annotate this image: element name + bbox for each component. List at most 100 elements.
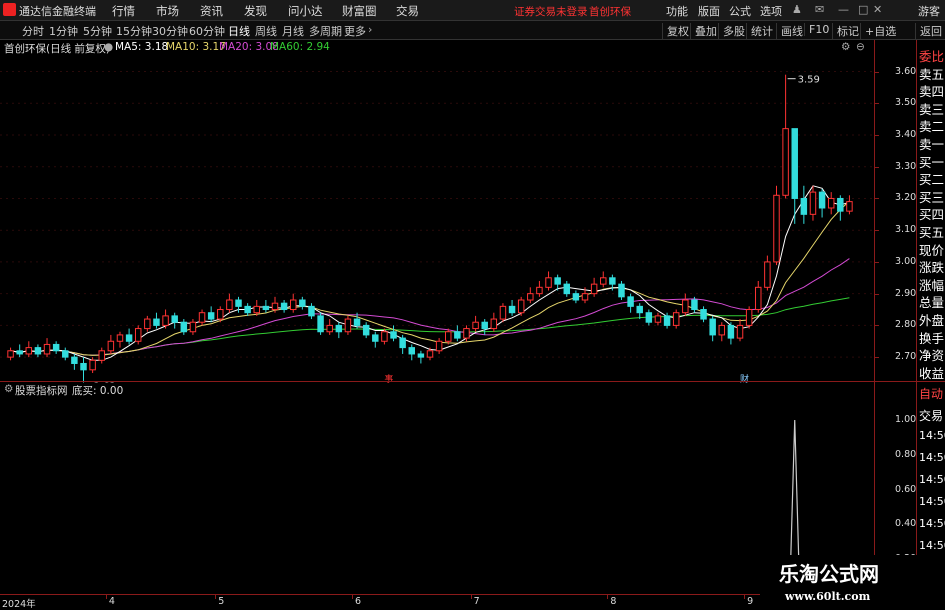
candle-up xyxy=(98,350,105,361)
mark-button[interactable]: 标记 xyxy=(832,23,859,39)
side-item[interactable]: 涨跌 xyxy=(919,257,944,276)
menu-layout[interactable]: 版面 xyxy=(698,3,720,19)
candle-up xyxy=(764,261,771,288)
menu-quotes[interactable]: 行情 xyxy=(112,3,135,19)
candle-up xyxy=(472,321,479,330)
candle-down xyxy=(645,312,653,323)
candle-down xyxy=(180,321,188,333)
stock-name-title: 首创环保 xyxy=(589,6,631,18)
candle-up xyxy=(134,328,142,342)
side-item[interactable]: 卖五 xyxy=(919,64,944,83)
side-item[interactable]: 卖二 xyxy=(919,116,944,135)
ma10-label: MA10: 3.17 xyxy=(166,41,226,53)
indicator-chart[interactable] xyxy=(0,398,874,594)
menu-discover[interactable]: 发现 xyxy=(244,3,267,19)
collapse-icon[interactable]: ⊖ xyxy=(856,41,865,53)
candle-up xyxy=(445,331,452,342)
tab-30min[interactable]: 30分钟 xyxy=(152,23,188,39)
chevron-right-icon[interactable]: › xyxy=(368,23,372,36)
menu-market[interactable]: 市场 xyxy=(156,3,179,19)
candle-up xyxy=(226,299,233,311)
login-warning[interactable]: 证券交易未登录 xyxy=(514,4,588,19)
candle-down xyxy=(353,318,361,326)
candle-up xyxy=(381,331,388,342)
settings-icon[interactable]: ● xyxy=(104,41,113,53)
candle-up xyxy=(253,305,260,314)
tab-weekly[interactable]: 周线 xyxy=(255,23,277,39)
side-item[interactable]: 买二 xyxy=(919,169,944,188)
price-tick xyxy=(875,134,879,136)
menu-wealth[interactable]: 财富圈 xyxy=(342,3,377,19)
menu-options[interactable]: 选项 xyxy=(760,3,782,19)
side-item[interactable]: 卖四 xyxy=(919,81,944,100)
tab-more[interactable]: 更多 xyxy=(344,23,366,39)
menu-ask[interactable]: 问小达 xyxy=(288,3,323,19)
restore-rights-button[interactable]: 复权 xyxy=(662,23,689,39)
candle-up xyxy=(426,350,434,358)
price-tick xyxy=(875,293,879,295)
tab-1min[interactable]: 1分钟 xyxy=(49,23,78,39)
trade-time: 14:50 xyxy=(919,451,945,464)
side-item[interactable]: 涨幅 xyxy=(919,275,944,294)
side-item[interactable]: 卖一 xyxy=(919,134,944,153)
tab-daily[interactable]: 日线 xyxy=(228,23,250,39)
menu-function[interactable]: 功能 xyxy=(666,3,688,19)
side-item[interactable]: 换手 xyxy=(919,328,944,347)
tab-monthly[interactable]: 月线 xyxy=(282,23,304,39)
gear-icon[interactable]: ⚙ xyxy=(841,41,850,53)
draw-line-button[interactable]: 画线 xyxy=(776,23,803,39)
candle-up xyxy=(846,201,853,212)
menu-formula[interactable]: 公式 xyxy=(729,3,751,19)
side-item[interactable]: 买三 xyxy=(919,187,944,206)
price-tick-label: 3.30 xyxy=(895,160,917,172)
side-item[interactable]: 买一 xyxy=(919,152,944,171)
tab-15min[interactable]: 15分钟 xyxy=(116,23,152,39)
sub-settings-icon[interactable]: ⚙ xyxy=(4,383,13,395)
side-item[interactable]: 买四 xyxy=(919,204,944,223)
side-item[interactable]: 买五 xyxy=(919,222,944,241)
user-icon[interactable]: ♟ xyxy=(792,3,802,16)
multi-stock-button[interactable]: 多股 xyxy=(718,23,745,39)
maximize-icon[interactable]: □ xyxy=(858,3,868,16)
f10-button[interactable]: F10 xyxy=(804,23,829,36)
candle-up xyxy=(162,315,169,326)
tab-60min[interactable]: 60分钟 xyxy=(189,23,225,39)
tab-intraday[interactable]: 分时 xyxy=(22,23,44,39)
candlestick-chart[interactable]: 3.592.62事财 xyxy=(0,58,874,383)
trade-time: 14:50 xyxy=(919,539,945,552)
tab-5min[interactable]: 5分钟 xyxy=(83,23,112,39)
menu-trade[interactable]: 交易 xyxy=(396,3,419,19)
candle-down xyxy=(709,318,716,336)
candle-up xyxy=(581,293,589,301)
side-item[interactable]: 收益 xyxy=(919,363,944,382)
side-item[interactable]: 卖三 xyxy=(919,99,944,118)
minimize-icon[interactable]: — xyxy=(838,3,849,16)
close-icon[interactable]: ✕ xyxy=(873,3,882,16)
overlay-button[interactable]: 叠加 xyxy=(690,23,717,39)
side-item[interactable]: 净资 xyxy=(919,345,944,364)
side-lower-label: 交易 xyxy=(919,409,944,423)
price-tick-label: 3.00 xyxy=(895,255,917,267)
sub-tick-label: 0.60 xyxy=(895,483,917,495)
side-item[interactable]: 外盘 xyxy=(919,310,944,329)
back-button[interactable]: 返回 xyxy=(915,23,942,39)
candle-down xyxy=(80,362,87,371)
candle-up xyxy=(344,318,352,333)
tab-multi-period[interactable]: 多周期 xyxy=(309,23,342,39)
candle-down xyxy=(335,324,343,333)
price-tick-label: 3.20 xyxy=(895,192,917,204)
date-tick xyxy=(744,595,746,599)
menu-news[interactable]: 资讯 xyxy=(200,3,223,19)
statistics-button[interactable]: 统计 xyxy=(746,23,773,39)
candle-up xyxy=(782,128,789,196)
add-watchlist-button[interactable]: +自选 xyxy=(860,23,896,39)
price-tick xyxy=(875,230,879,232)
side-item[interactable]: 总量 xyxy=(919,292,944,311)
candle-up xyxy=(7,350,14,358)
side-item[interactable]: 委比 xyxy=(919,46,944,65)
price-tick xyxy=(875,166,879,168)
mail-icon[interactable]: ✉ xyxy=(815,3,824,16)
guest-label[interactable]: 游客 xyxy=(918,3,940,19)
candle-down xyxy=(727,324,735,339)
side-item[interactable]: 现价 xyxy=(919,240,944,259)
